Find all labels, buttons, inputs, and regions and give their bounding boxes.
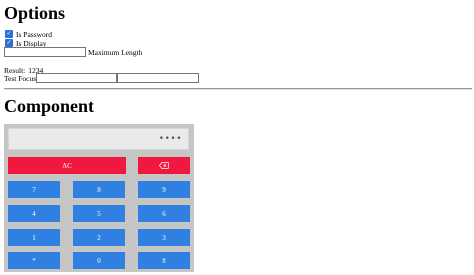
page: Options ✓ Is Password ✓ Is Display Maxim…	[0, 0, 474, 275]
keypad-display-value: ••••	[158, 134, 182, 144]
key-hash[interactable]: #	[138, 252, 190, 269]
key-7[interactable]: 7	[8, 181, 60, 198]
backspace-icon	[159, 162, 169, 169]
max-length-label: Maximum Length	[88, 47, 143, 57]
options-heading: Options	[4, 3, 66, 23]
key-6[interactable]: 6	[138, 205, 190, 222]
key-8[interactable]: 8	[73, 181, 125, 198]
test-focus-input-1[interactable]	[36, 73, 118, 83]
key-star[interactable]: *	[8, 252, 60, 269]
test-focus-label: Test Focus	[4, 73, 37, 83]
ac-button[interactable]: AC	[8, 157, 126, 174]
key-0[interactable]: 0	[73, 252, 125, 269]
key-1[interactable]: 1	[8, 229, 60, 246]
test-focus-input-2[interactable]	[117, 73, 200, 83]
key-3[interactable]: 3	[138, 229, 190, 246]
keypad-display: ••••	[8, 128, 189, 150]
backspace-button[interactable]	[138, 157, 190, 174]
is-display-checkbox[interactable]: ✓	[5, 39, 13, 47]
max-length-row: Maximum Length	[4, 47, 142, 57]
keypad-component: •••• AC 7 8 9 4 5 6 1 2 3 * 0 #	[4, 124, 194, 272]
key-2[interactable]: 2	[73, 229, 125, 246]
key-5[interactable]: 5	[73, 205, 125, 222]
test-focus-row: Test Focus	[4, 73, 200, 83]
section-divider	[4, 88, 472, 90]
key-4[interactable]: 4	[8, 205, 60, 222]
max-length-input[interactable]	[4, 47, 86, 57]
key-9[interactable]: 9	[138, 181, 190, 198]
component-heading: Component	[4, 96, 95, 116]
is-password-checkbox[interactable]: ✓	[5, 30, 13, 38]
